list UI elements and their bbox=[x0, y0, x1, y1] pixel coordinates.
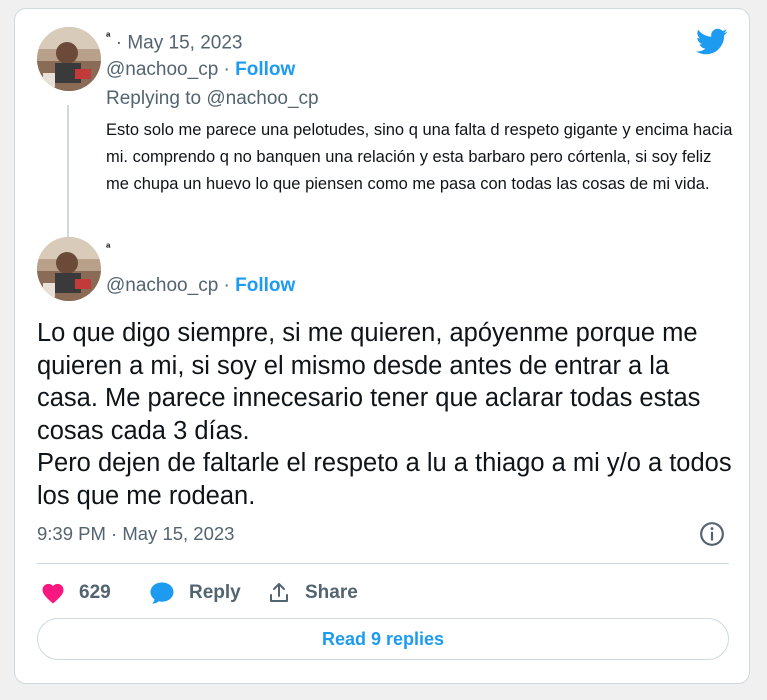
tweet-date[interactable]: May 15, 2023 bbox=[122, 523, 234, 544]
replying-to-label: Replying to bbox=[106, 88, 202, 109]
parent-name-date-line: ª · May 15, 2023 bbox=[106, 30, 242, 54]
reply-label: Reply bbox=[189, 582, 241, 603]
main-handle[interactable]: @nachoo_cp bbox=[106, 275, 218, 296]
parent-handle[interactable]: @nachoo_cp bbox=[106, 59, 218, 80]
parent-date[interactable]: May 15, 2023 bbox=[127, 32, 242, 53]
main-name-line: ª bbox=[106, 241, 110, 265]
info-icon[interactable] bbox=[699, 521, 725, 547]
parent-handle-line: @nachoo_cp · Follow bbox=[106, 59, 295, 81]
actions-divider bbox=[37, 563, 729, 564]
main-handle-line: @nachoo_cp · Follow bbox=[106, 275, 295, 297]
avatar-photo-icon bbox=[37, 237, 101, 301]
main-display-name[interactable]: ª bbox=[106, 241, 110, 255]
share-upload-icon bbox=[267, 581, 291, 605]
replying-to-mention[interactable]: @nachoo_cp bbox=[206, 88, 318, 109]
tweet-embed-card: ª · May 15, 2023 @nachoo_cp · Follow Rep… bbox=[14, 8, 750, 684]
like-button[interactable]: 629 bbox=[41, 577, 111, 609]
share-button[interactable]: Share bbox=[267, 577, 358, 609]
read-replies-button[interactable]: Read 9 replies bbox=[37, 618, 729, 660]
thread-connector-line bbox=[67, 105, 69, 239]
main-avatar[interactable] bbox=[37, 237, 101, 301]
parent-tweet-text: Esto solo me parece una pelotudes, sino … bbox=[106, 121, 733, 193]
tweet-time[interactable]: 9:39 PM bbox=[37, 523, 106, 544]
parent-display-name[interactable]: ª bbox=[106, 30, 110, 44]
avatar-photo-icon bbox=[37, 27, 101, 91]
like-count: 629 bbox=[79, 582, 111, 603]
main-handle-separator: · bbox=[223, 275, 230, 296]
reply-button[interactable]: Reply bbox=[149, 577, 241, 609]
main-tweet-text: Lo que digo siempre, si me quieren, apóy… bbox=[37, 319, 732, 510]
parent-follow-button[interactable]: Follow bbox=[235, 59, 295, 80]
tweet-timestamp[interactable]: 9:39 PM · May 15, 2023 bbox=[37, 523, 234, 545]
speech-bubble-icon bbox=[149, 581, 175, 605]
main-follow-button[interactable]: Follow bbox=[235, 275, 295, 296]
share-label: Share bbox=[305, 582, 358, 603]
parent-handle-separator: · bbox=[223, 59, 230, 80]
replying-to-line: Replying to @nachoo_cp bbox=[106, 88, 319, 110]
twitter-bird-icon[interactable] bbox=[696, 28, 728, 56]
parent-avatar[interactable] bbox=[37, 27, 101, 91]
timestamp-separator: · bbox=[111, 523, 118, 544]
heart-icon bbox=[41, 582, 65, 604]
parent-separator: · bbox=[115, 32, 123, 54]
